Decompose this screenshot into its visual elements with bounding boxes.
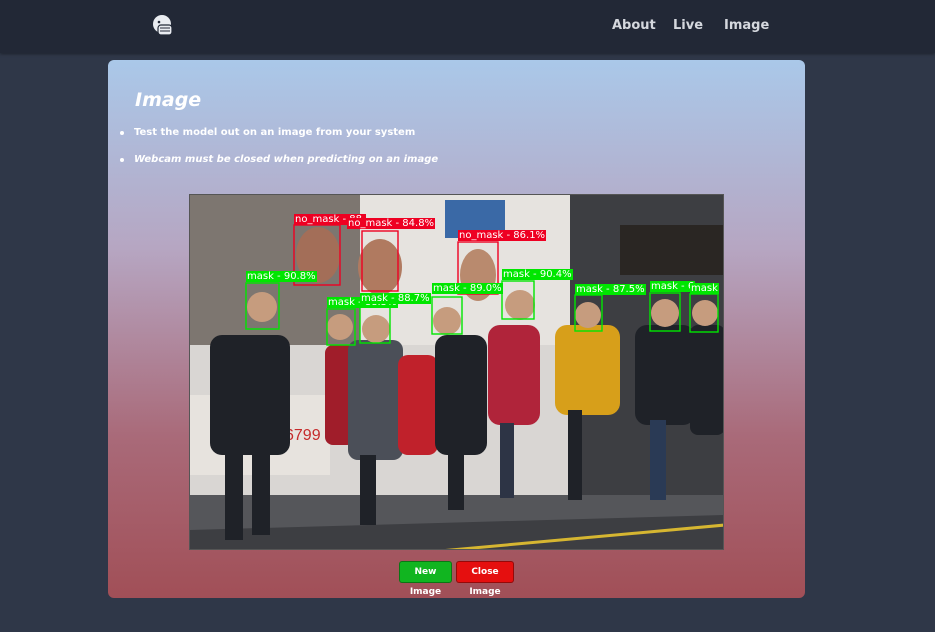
prediction-image: 6799 0 no_mask - 88. no_mask - 84.8% no_… [189,194,724,550]
page-title: Image [135,89,202,111]
detection-label-no-mask: no_mask - 86.1% [458,230,547,241]
nav-link-about[interactable]: About [612,18,656,33]
detection-label-mask: mask - 87.5% [575,284,646,295]
navbar: About Live Image [0,0,935,53]
street-photo: 6799 0 [190,195,723,549]
close-image-button[interactable]: Close Image [456,561,514,597]
nav-link-live[interactable]: Live [673,18,703,33]
detection-label-no-mask: no_mask - 84.8% [347,218,436,229]
mask-face-icon[interactable] [150,13,176,39]
detection-label-mask: mask - 6 [650,281,696,292]
detection-label-mask: mask [690,283,719,294]
detection-label-mask: mask - 90.4% [502,269,573,280]
new-image-button[interactable]: New Image [399,561,452,597]
image-card: Image Test the model out on an image fro… [108,60,805,598]
nav-link-image[interactable]: Image [724,18,769,33]
instruction-item: Test the model out on an image from your… [120,126,438,153]
instruction-list: Test the model out on an image from your… [120,126,438,180]
detection-label-mask: mask - 89.0% [432,283,503,294]
instruction-item: Webcam must be closed when predicting on… [120,153,438,180]
detection-label-mask: mask - 88.7% [360,293,431,304]
detection-label-mask: mask - 90.8% [246,271,317,282]
